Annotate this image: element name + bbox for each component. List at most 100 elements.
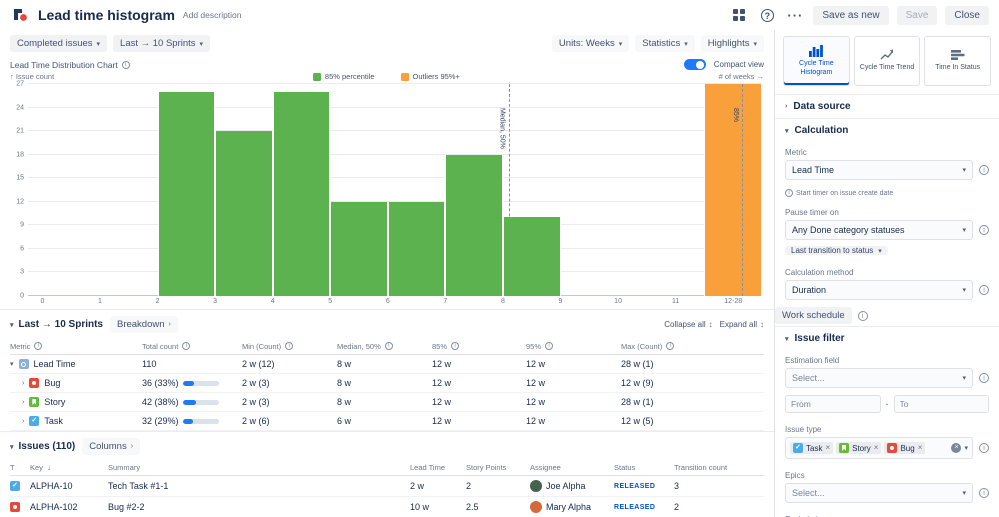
chevron-right-icon[interactable]: › [22,418,24,425]
info-icon[interactable]: i [545,342,554,350]
info-icon[interactable]: i [285,342,294,350]
info-icon[interactable]: i [34,342,43,350]
work-schedule-button[interactable]: Work schedule [775,307,852,324]
chevron-down-icon: ▾ [878,247,882,255]
pause-timer-select[interactable]: Any Done category statuses ▾ [785,220,973,240]
breakdown-section-title[interactable]: ▾ Last → 10 Sprints [10,319,103,330]
units-dropdown[interactable]: Units: Weeks ▾ [552,35,629,52]
from-input[interactable] [785,395,881,413]
compact-view-toggle[interactable] [683,59,706,70]
issue-key[interactable]: ALPHA-102 [30,502,108,512]
issue-key[interactable]: ALPHA-10 [30,481,108,491]
breakdown-row-bug[interactable]: › Bug 36 (33%) 2 w (3) 8 w 12 w 12 w 12 w… [10,374,764,393]
x-tick-label: 6 [385,298,390,305]
breakdown-row-lead-time[interactable]: ▾ Lead Time 110 2 w (12) 8 w 12 w 12 w 28… [10,355,764,374]
x-tick-label: 11 [672,298,680,305]
transition-type-select[interactable]: Last transition to status ▾ [785,246,888,255]
chevron-down-icon[interactable]: ▾ [10,360,14,368]
epics-select[interactable]: Select... ▾ [785,483,973,503]
issue-type-chip-task[interactable]: Task× [790,442,834,454]
columns-button[interactable]: Columns › [82,438,140,455]
y-tick-label: 21 [16,127,24,135]
remove-chip-icon[interactable]: × [825,444,830,452]
histogram-bar-3-4[interactable] [215,131,273,296]
chevron-down-icon: ▾ [962,167,966,174]
info-icon[interactable]: i [979,373,989,383]
x-tick-label: 1 [98,298,102,305]
histogram-bar-6-7[interactable] [387,201,446,296]
remove-chip-icon[interactable]: × [918,444,923,452]
breakdown-row-task[interactable]: ›Task 32 (29%) 2 w (6) 6 w 12 w 12 w 12 … [10,412,764,431]
highlights-dropdown[interactable]: Highlights ▾ [701,35,764,52]
estimation-field-select[interactable]: Select... ▾ [785,368,973,388]
chevron-down-icon: ▾ [962,287,966,294]
info-icon[interactable]: i [979,165,989,175]
more-options-icon[interactable]: ··· [785,5,805,25]
info-icon[interactable]: i [666,342,675,350]
compact-view-label: Compact view [713,60,764,69]
help-icon[interactable]: ? [757,5,777,25]
tab-time-in-status[interactable]: Time In Status [924,36,992,86]
statistics-dropdown[interactable]: Statistics ▾ [635,35,695,52]
sort-descending-icon: ↓ [46,463,51,472]
section-issue-filter[interactable]: ▾ Issue filter [775,326,999,350]
issue-type-chip-story[interactable]: Story × [836,442,882,454]
tab-cycle-time-histogram[interactable]: Cycle Time Histogram [783,36,850,86]
y-tick-label: 0 [20,292,24,300]
completed-issues-dropdown[interactable]: Completed issues ▾ [10,35,108,52]
settings-sidebar: Cycle Time Histogram Cycle Time Trend Ti… [774,30,999,517]
progress-bar [182,418,219,424]
breakdown-row-story[interactable]: › Story 42 (38%) 2 w (3) 8 w 12 w 12 w 28… [10,393,764,412]
clear-all-icon[interactable]: × [951,443,962,453]
task-icon [29,416,40,426]
info-icon[interactable]: i [182,342,191,350]
expand-all-button[interactable]: Expand all ↕ [720,320,764,329]
save-as-new-button[interactable]: Save as new [813,5,889,25]
epics-label: Epics [785,471,805,480]
status-badge: RELEASED [614,503,656,511]
chevron-right-icon[interactable]: › [22,380,24,387]
apps-grid-icon[interactable] [729,5,749,25]
chevron-right-icon[interactable]: › [22,399,24,406]
info-icon[interactable]: i [979,285,989,295]
breakdown-button[interactable]: Breakdown › [110,316,178,333]
remove-chip-icon[interactable]: × [874,444,879,452]
y-tick-label: 24 [16,104,24,112]
close-button[interactable]: Close [945,5,989,25]
info-icon[interactable]: i [979,488,989,498]
to-input[interactable] [893,395,989,413]
issue-summary: Tech Task #1-1 [108,481,169,491]
histogram-bar-8-9[interactable] [502,217,561,296]
issue-row[interactable]: ALPHA-10 Tech Task #1-1 2 w 2 Joe Alpha … [10,476,764,497]
y-tick-label: 9 [20,221,24,229]
histogram-bar-2-3[interactable] [157,91,216,296]
tab-cycle-time-trend[interactable]: Cycle Time Trend [853,36,921,86]
chart-x-axis: 0 1 2 3 4 5 6 7 8 9 10 11 12-28 [28,296,762,309]
section-data-source[interactable]: › Data source [775,94,999,118]
info-icon[interactable]: i [979,443,989,453]
issue-type-chip-bug[interactable]: Bug × [884,442,926,454]
calculation-method-select[interactable]: Duration ▾ [785,280,973,300]
chevron-down-icon: ▾ [10,443,14,451]
info-icon[interactable]: i [857,310,868,321]
collapse-all-button[interactable]: Collapse all ↕ [664,320,712,329]
issue-type-select[interactable]: Task× Story× Bug× × ▾ [785,437,973,459]
key-column-header[interactable]: Key ↓ [30,463,108,472]
issue-row[interactable]: ALPHA-102 Bug #2-2 10 w 2.5 Mary Alpha R… [10,497,764,517]
info-icon[interactable]: i [979,225,989,235]
metric-select[interactable]: Lead Time ▾ [785,160,973,180]
histogram-bar-5-6[interactable] [330,201,388,296]
info-icon[interactable]: i [384,342,393,350]
x-tick-label: 0 [40,298,45,305]
period-dropdown[interactable]: Last → 10 Sprints ▾ [113,35,211,52]
add-description-button[interactable]: Add description [183,10,242,20]
issues-section-title[interactable]: ▾ Issues (110) [10,441,75,452]
histogram-bar-7-8[interactable] [445,154,503,296]
info-icon[interactable]: i [451,342,460,350]
percentile-marker [508,84,510,296]
info-icon[interactable]: i [121,60,130,69]
histogram-bar-4-5[interactable] [272,91,331,296]
save-button[interactable]: Save [896,5,938,25]
section-calculation[interactable]: ▾ Calculation [775,118,999,142]
gridline [28,177,762,179]
